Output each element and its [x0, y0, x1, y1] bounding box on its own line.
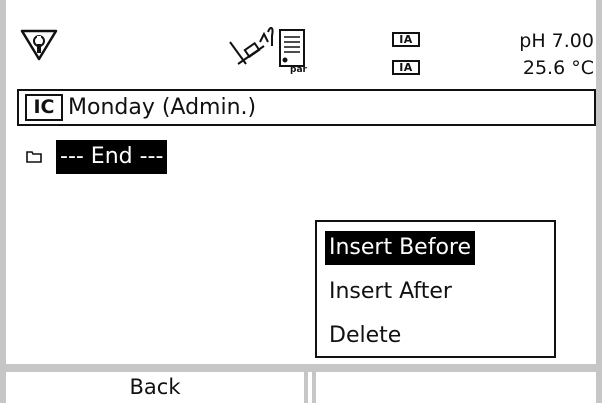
- page-title: Monday (Admin.): [68, 95, 257, 120]
- menu-item-insert-before[interactable]: Insert Before: [325, 231, 476, 265]
- title-bar: IC Monday (Admin.): [17, 89, 596, 126]
- context-menu: Insert Before Insert After Delete: [315, 220, 556, 358]
- ia-badge: IA: [392, 60, 420, 75]
- ia-badge: IA: [392, 32, 420, 47]
- ic-badge: IC: [25, 94, 63, 121]
- service-wrench-icon: [20, 29, 58, 61]
- back-softkey[interactable]: Back: [2, 372, 308, 403]
- ph-readout: pH 7.00: [519, 30, 594, 52]
- temperature-readout: 25.6 °C: [522, 57, 594, 79]
- menu-item-insert-after[interactable]: Insert After: [325, 275, 456, 309]
- folder-icon: [26, 151, 42, 163]
- list-item-end[interactable]: --- End ---: [56, 140, 168, 174]
- sensor-parameter-icon: par: [229, 26, 308, 74]
- sensor-icon-label: par: [290, 65, 308, 74]
- right-softkey[interactable]: [312, 372, 600, 403]
- menu-item-delete[interactable]: Delete: [325, 319, 405, 353]
- softkey-divider: [6, 364, 596, 372]
